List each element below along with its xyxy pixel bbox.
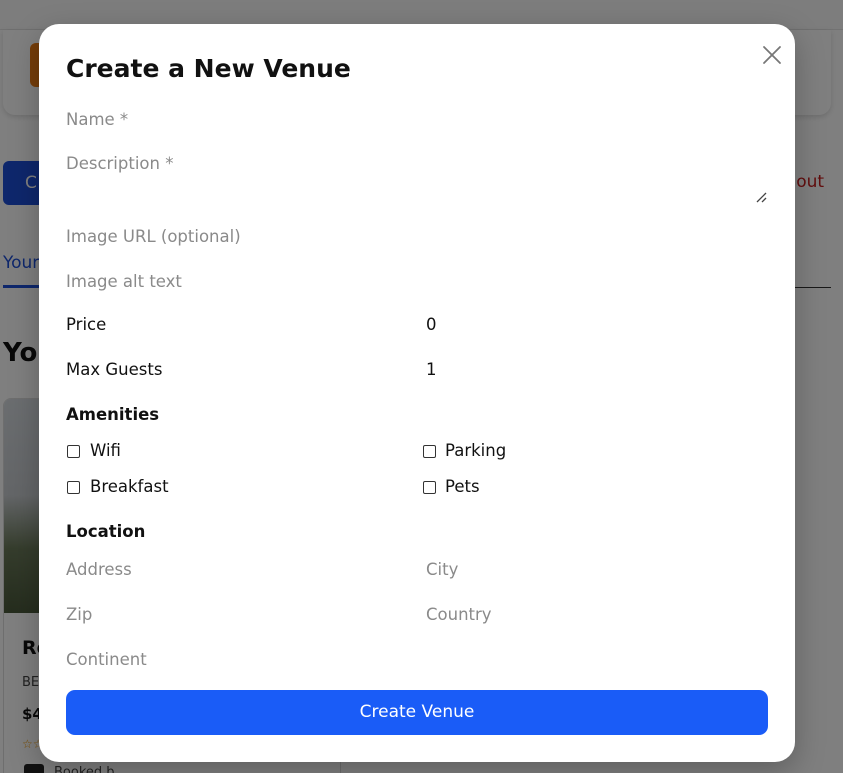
pets-checkbox[interactable] [423,481,436,494]
address-input[interactable] [66,556,406,582]
max-guests-input[interactable]: 1 [426,360,437,379]
max-guests-label: Max Guests [66,360,163,379]
continent-input[interactable] [66,646,406,672]
breakfast-checkbox[interactable] [67,481,80,494]
country-input[interactable] [426,601,768,627]
amenities-title: Amenities [66,405,160,424]
parking-label[interactable]: Parking [445,441,506,460]
create-venue-button[interactable]: Create Venue [66,690,768,735]
image-alt-input[interactable] [66,268,768,294]
resize-handle-icon[interactable] [755,191,767,203]
zip-input[interactable] [66,601,406,627]
location-title: Location [66,522,146,541]
create-venue-modal: Create a New Venue Price 0 Max Guests 1 … [39,24,795,762]
image-url-input[interactable] [66,223,768,249]
breakfast-label[interactable]: Breakfast [90,477,169,496]
name-input[interactable] [66,106,768,132]
close-icon [763,46,781,64]
close-button[interactable] [759,42,785,68]
parking-checkbox[interactable] [423,445,436,458]
price-label: Price [66,315,107,334]
wifi-label[interactable]: Wifi [90,441,121,460]
pets-label[interactable]: Pets [445,477,480,496]
modal-title: Create a New Venue [66,54,351,83]
price-input[interactable]: 0 [426,315,437,334]
city-input[interactable] [426,556,768,582]
wifi-checkbox[interactable] [67,445,80,458]
description-textarea[interactable] [66,151,768,207]
